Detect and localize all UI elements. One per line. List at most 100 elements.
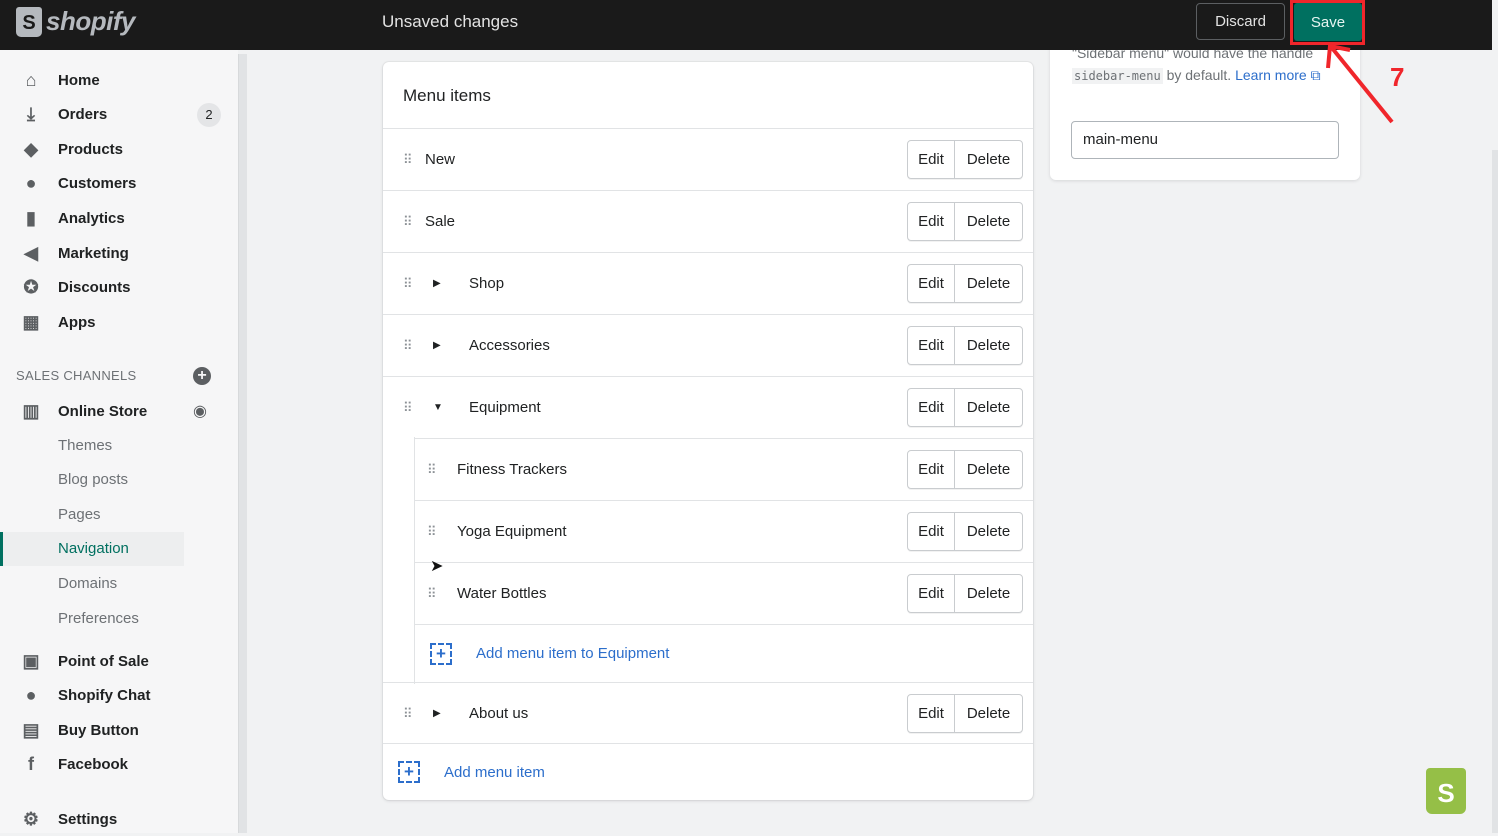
sidebar-item-settings[interactable]: ⚙ Settings bbox=[0, 802, 238, 836]
delete-button[interactable]: Delete bbox=[955, 513, 1022, 550]
nav-label: Navigation bbox=[58, 540, 129, 558]
caret-right-icon[interactable]: ▶ bbox=[433, 278, 441, 289]
sidebar-item-themes[interactable]: Themes bbox=[0, 428, 238, 462]
edit-button[interactable]: Edit bbox=[908, 695, 955, 732]
delete-button[interactable]: Delete bbox=[955, 451, 1022, 488]
main-scrollbar[interactable] bbox=[1492, 150, 1498, 833]
delete-button[interactable]: Delete bbox=[955, 389, 1022, 426]
learn-more-link[interactable]: Learn more bbox=[1235, 67, 1307, 83]
add-icon: + bbox=[398, 761, 420, 783]
delete-button[interactable]: Delete bbox=[955, 575, 1022, 612]
edit-button[interactable]: Edit bbox=[908, 513, 955, 550]
sidebar-item-point-of-sale[interactable]: ▣ Point of Sale bbox=[0, 644, 238, 678]
tag-icon: ◆ bbox=[24, 138, 38, 159]
shopify-logo[interactable]: S shopify bbox=[16, 6, 135, 37]
menu-item-label: Equipment bbox=[469, 399, 541, 416]
sidebar-item-shopify-chat[interactable]: ● Shopify Chat bbox=[0, 679, 238, 713]
menu-item-row[interactable]: ⠿ ▶ About us Edit Delete bbox=[383, 682, 1033, 744]
sidebar-item-facebook[interactable]: f Facebook bbox=[0, 748, 238, 782]
drag-handle-icon[interactable]: ⠿ bbox=[403, 276, 412, 292]
sidebar-item-discounts[interactable]: ✪ Discounts bbox=[0, 271, 238, 305]
edit-button[interactable]: Edit bbox=[908, 575, 955, 612]
drag-handle-icon[interactable]: ⠿ bbox=[427, 586, 436, 602]
menu-item-row[interactable]: ⠿ ▼ Equipment Edit Delete bbox=[383, 376, 1033, 438]
online-store-icon: ▥ bbox=[22, 400, 40, 421]
top-bar: S shopify Unsaved changes Discard Save bbox=[0, 0, 1492, 50]
sidebar-item-orders[interactable]: ⤓ Orders 2 bbox=[0, 98, 238, 132]
sidebar-item-preferences[interactable]: Preferences bbox=[0, 601, 238, 635]
add-child-menu-item[interactable]: + Add menu item to Equipment bbox=[415, 624, 1033, 682]
menu-items-card: Menu items ⠿ New Edit Delete ⠿ Sale Edit Delete… bbox=[383, 62, 1033, 800]
sidebar-item-blog-posts[interactable]: Blog posts bbox=[0, 463, 238, 497]
add-menu-item[interactable]: + Add menu item bbox=[383, 743, 1033, 800]
handle-code: sidebar-menu bbox=[1072, 68, 1163, 84]
sidebar-item-domains[interactable]: Domains bbox=[0, 566, 238, 600]
caret-right-icon[interactable]: ▶ bbox=[433, 708, 441, 719]
sidebar-item-customers[interactable]: ● Customers bbox=[0, 167, 238, 201]
add-icon: + bbox=[430, 642, 452, 665]
add-child-label: Add menu item to Equipment bbox=[476, 645, 670, 662]
delete-button[interactable]: Delete bbox=[955, 203, 1022, 240]
delete-button[interactable]: Delete bbox=[955, 265, 1022, 302]
sidebar-item-apps[interactable]: ▦ Apps bbox=[0, 305, 238, 339]
menu-item-row[interactable]: ⠿ Fitness Trackers Edit Delete bbox=[415, 438, 1033, 500]
menu-item-row[interactable]: ⠿ Water Bottles Edit Delete bbox=[415, 562, 1033, 624]
sidebar-item-marketing[interactable]: ◀ Marketing bbox=[0, 236, 238, 270]
menu-item-row[interactable]: ⠿ Yoga Equipment Edit Delete bbox=[415, 500, 1033, 562]
eye-icon[interactable]: ◉ bbox=[193, 401, 207, 421]
edit-button[interactable]: Edit bbox=[908, 141, 955, 178]
menu-item-row[interactable]: ⠿ ▶ Shop Edit Delete bbox=[383, 252, 1033, 314]
sidebar-scrollbar[interactable] bbox=[238, 54, 247, 833]
delete-button[interactable]: Delete bbox=[955, 141, 1022, 178]
caret-down-icon[interactable]: ▼ bbox=[433, 402, 443, 413]
discard-button[interactable]: Discard bbox=[1196, 3, 1285, 40]
drag-handle-icon[interactable]: ⠿ bbox=[403, 214, 412, 230]
edit-delete-group: Edit Delete bbox=[907, 388, 1023, 427]
menu-item-label: About us bbox=[469, 705, 529, 722]
sidebar: ⌂ Home ⤓ Orders 2 ◆ Products ● Customers ▮ Analyti… bbox=[0, 50, 238, 833]
sidebar-item-navigation[interactable]: Navigation bbox=[0, 531, 184, 566]
home-icon: ⌂ bbox=[25, 69, 37, 90]
caret-right-icon[interactable]: ▶ bbox=[433, 340, 441, 351]
delete-button[interactable]: Delete bbox=[955, 695, 1022, 732]
nav-label: Marketing bbox=[58, 244, 129, 262]
edit-button[interactable]: Edit bbox=[908, 265, 955, 302]
edit-button[interactable]: Edit bbox=[908, 203, 955, 240]
sidebar-item-analytics[interactable]: ▮ Analytics bbox=[0, 201, 238, 235]
sidebar-item-products[interactable]: ◆ Products bbox=[0, 132, 238, 166]
unsaved-changes-label: Unsaved changes bbox=[382, 12, 519, 31]
nav-label: Pages bbox=[58, 505, 101, 523]
drag-handle-icon[interactable]: ⠿ bbox=[427, 462, 436, 478]
shopify-bag-icon[interactable]: S bbox=[1426, 768, 1466, 814]
logo-text: shopify bbox=[46, 6, 135, 36]
edit-delete-group: Edit Delete bbox=[907, 326, 1023, 365]
card-title: Menu items bbox=[403, 86, 491, 105]
nav-label: Customers bbox=[58, 175, 137, 193]
sales-channels-heading: SALES CHANNELS bbox=[16, 368, 137, 383]
delete-button[interactable]: Delete bbox=[955, 327, 1022, 364]
help-text-post: by default. bbox=[1162, 67, 1236, 83]
save-button[interactable]: Save bbox=[1294, 3, 1362, 41]
drag-handle-icon[interactable]: ⠿ bbox=[403, 152, 412, 168]
sidebar-item-buy-button[interactable]: ▤ Buy Button bbox=[0, 713, 238, 747]
edit-button[interactable]: Edit bbox=[908, 451, 955, 488]
nav-label: Home bbox=[58, 71, 100, 89]
drag-handle-icon[interactable]: ⠿ bbox=[403, 706, 412, 722]
add-sales-channel-icon[interactable]: + bbox=[193, 367, 211, 385]
edit-button[interactable]: Edit bbox=[908, 389, 955, 426]
orders-icon: ⤓ bbox=[27, 104, 35, 125]
menu-item-row[interactable]: ⠿ ▶ Accessories Edit Delete bbox=[383, 314, 1033, 376]
sidebar-item-pages[interactable]: Pages bbox=[0, 497, 238, 531]
sidebar-item-home[interactable]: ⌂ Home bbox=[0, 63, 238, 97]
menu-item-row[interactable]: ⠿ New Edit Delete bbox=[383, 128, 1033, 190]
handle-input[interactable]: main-menu bbox=[1071, 121, 1339, 159]
drag-handle-icon[interactable]: ⠿ bbox=[403, 400, 412, 416]
edit-button[interactable]: Edit bbox=[908, 327, 955, 364]
drag-handle-icon[interactable]: ⠿ bbox=[427, 524, 436, 540]
edit-delete-group: Edit Delete bbox=[907, 202, 1023, 241]
drag-handle-icon[interactable]: ⠿ bbox=[403, 338, 412, 354]
edit-delete-group: Edit Delete bbox=[907, 264, 1023, 303]
add-menu-item-label: Add menu item bbox=[444, 763, 545, 781]
edit-delete-group: Edit Delete bbox=[907, 694, 1023, 733]
menu-item-row[interactable]: ⠿ Sale Edit Delete bbox=[383, 190, 1033, 252]
